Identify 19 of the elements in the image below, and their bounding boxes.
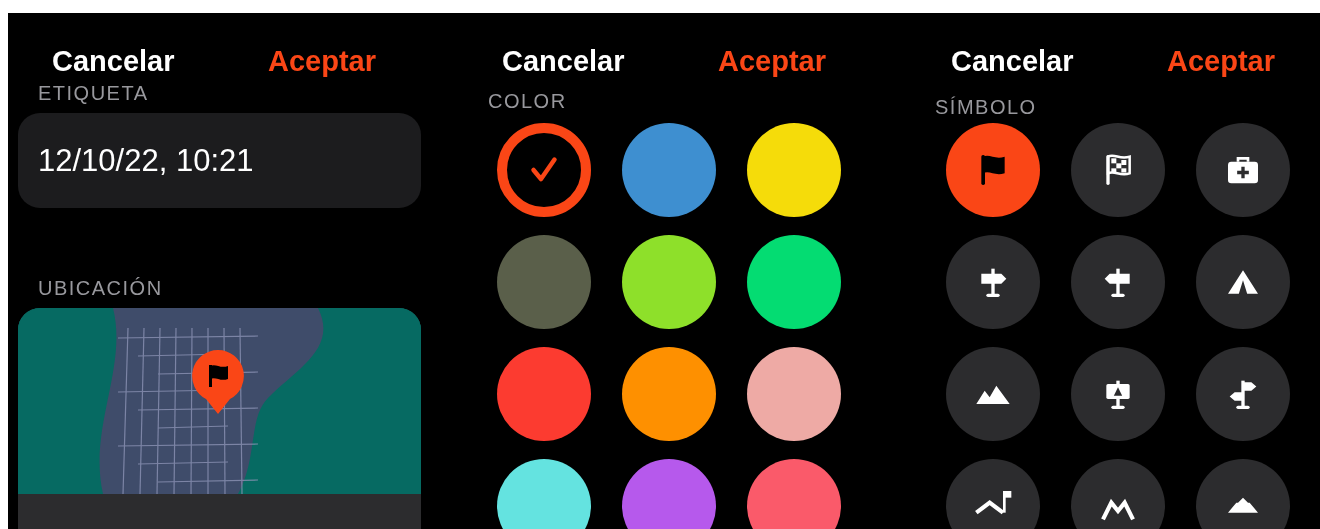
section-label: UBICACIÓN <box>37 276 164 300</box>
symbol-option[interactable] <box>1071 459 1165 529</box>
color-swatch[interactable] <box>747 459 841 529</box>
cancel-button[interactable]: Cancelar <box>502 44 718 78</box>
symbol-option[interactable] <box>1196 459 1290 529</box>
label-field[interactable]: 12/10/22, 10:21 <box>18 113 421 208</box>
section-label: SÍMBOLO <box>934 95 1038 119</box>
section-label: ETIQUETA <box>37 81 150 105</box>
section-label: COLOR <box>487 89 568 113</box>
accept-button[interactable]: Aceptar <box>268 44 376 78</box>
cancel-button[interactable]: Cancelar <box>951 44 1167 78</box>
color-swatch[interactable] <box>497 123 591 217</box>
color-swatch[interactable] <box>497 459 591 529</box>
symbol-option[interactable] <box>946 459 1040 529</box>
accept-button[interactable]: Aceptar <box>718 44 826 78</box>
map-pin-icon <box>190 348 246 416</box>
color-swatch[interactable] <box>622 459 716 529</box>
accept-button[interactable]: Aceptar <box>1167 44 1275 78</box>
cancel-button[interactable]: Cancelar <box>52 44 268 78</box>
